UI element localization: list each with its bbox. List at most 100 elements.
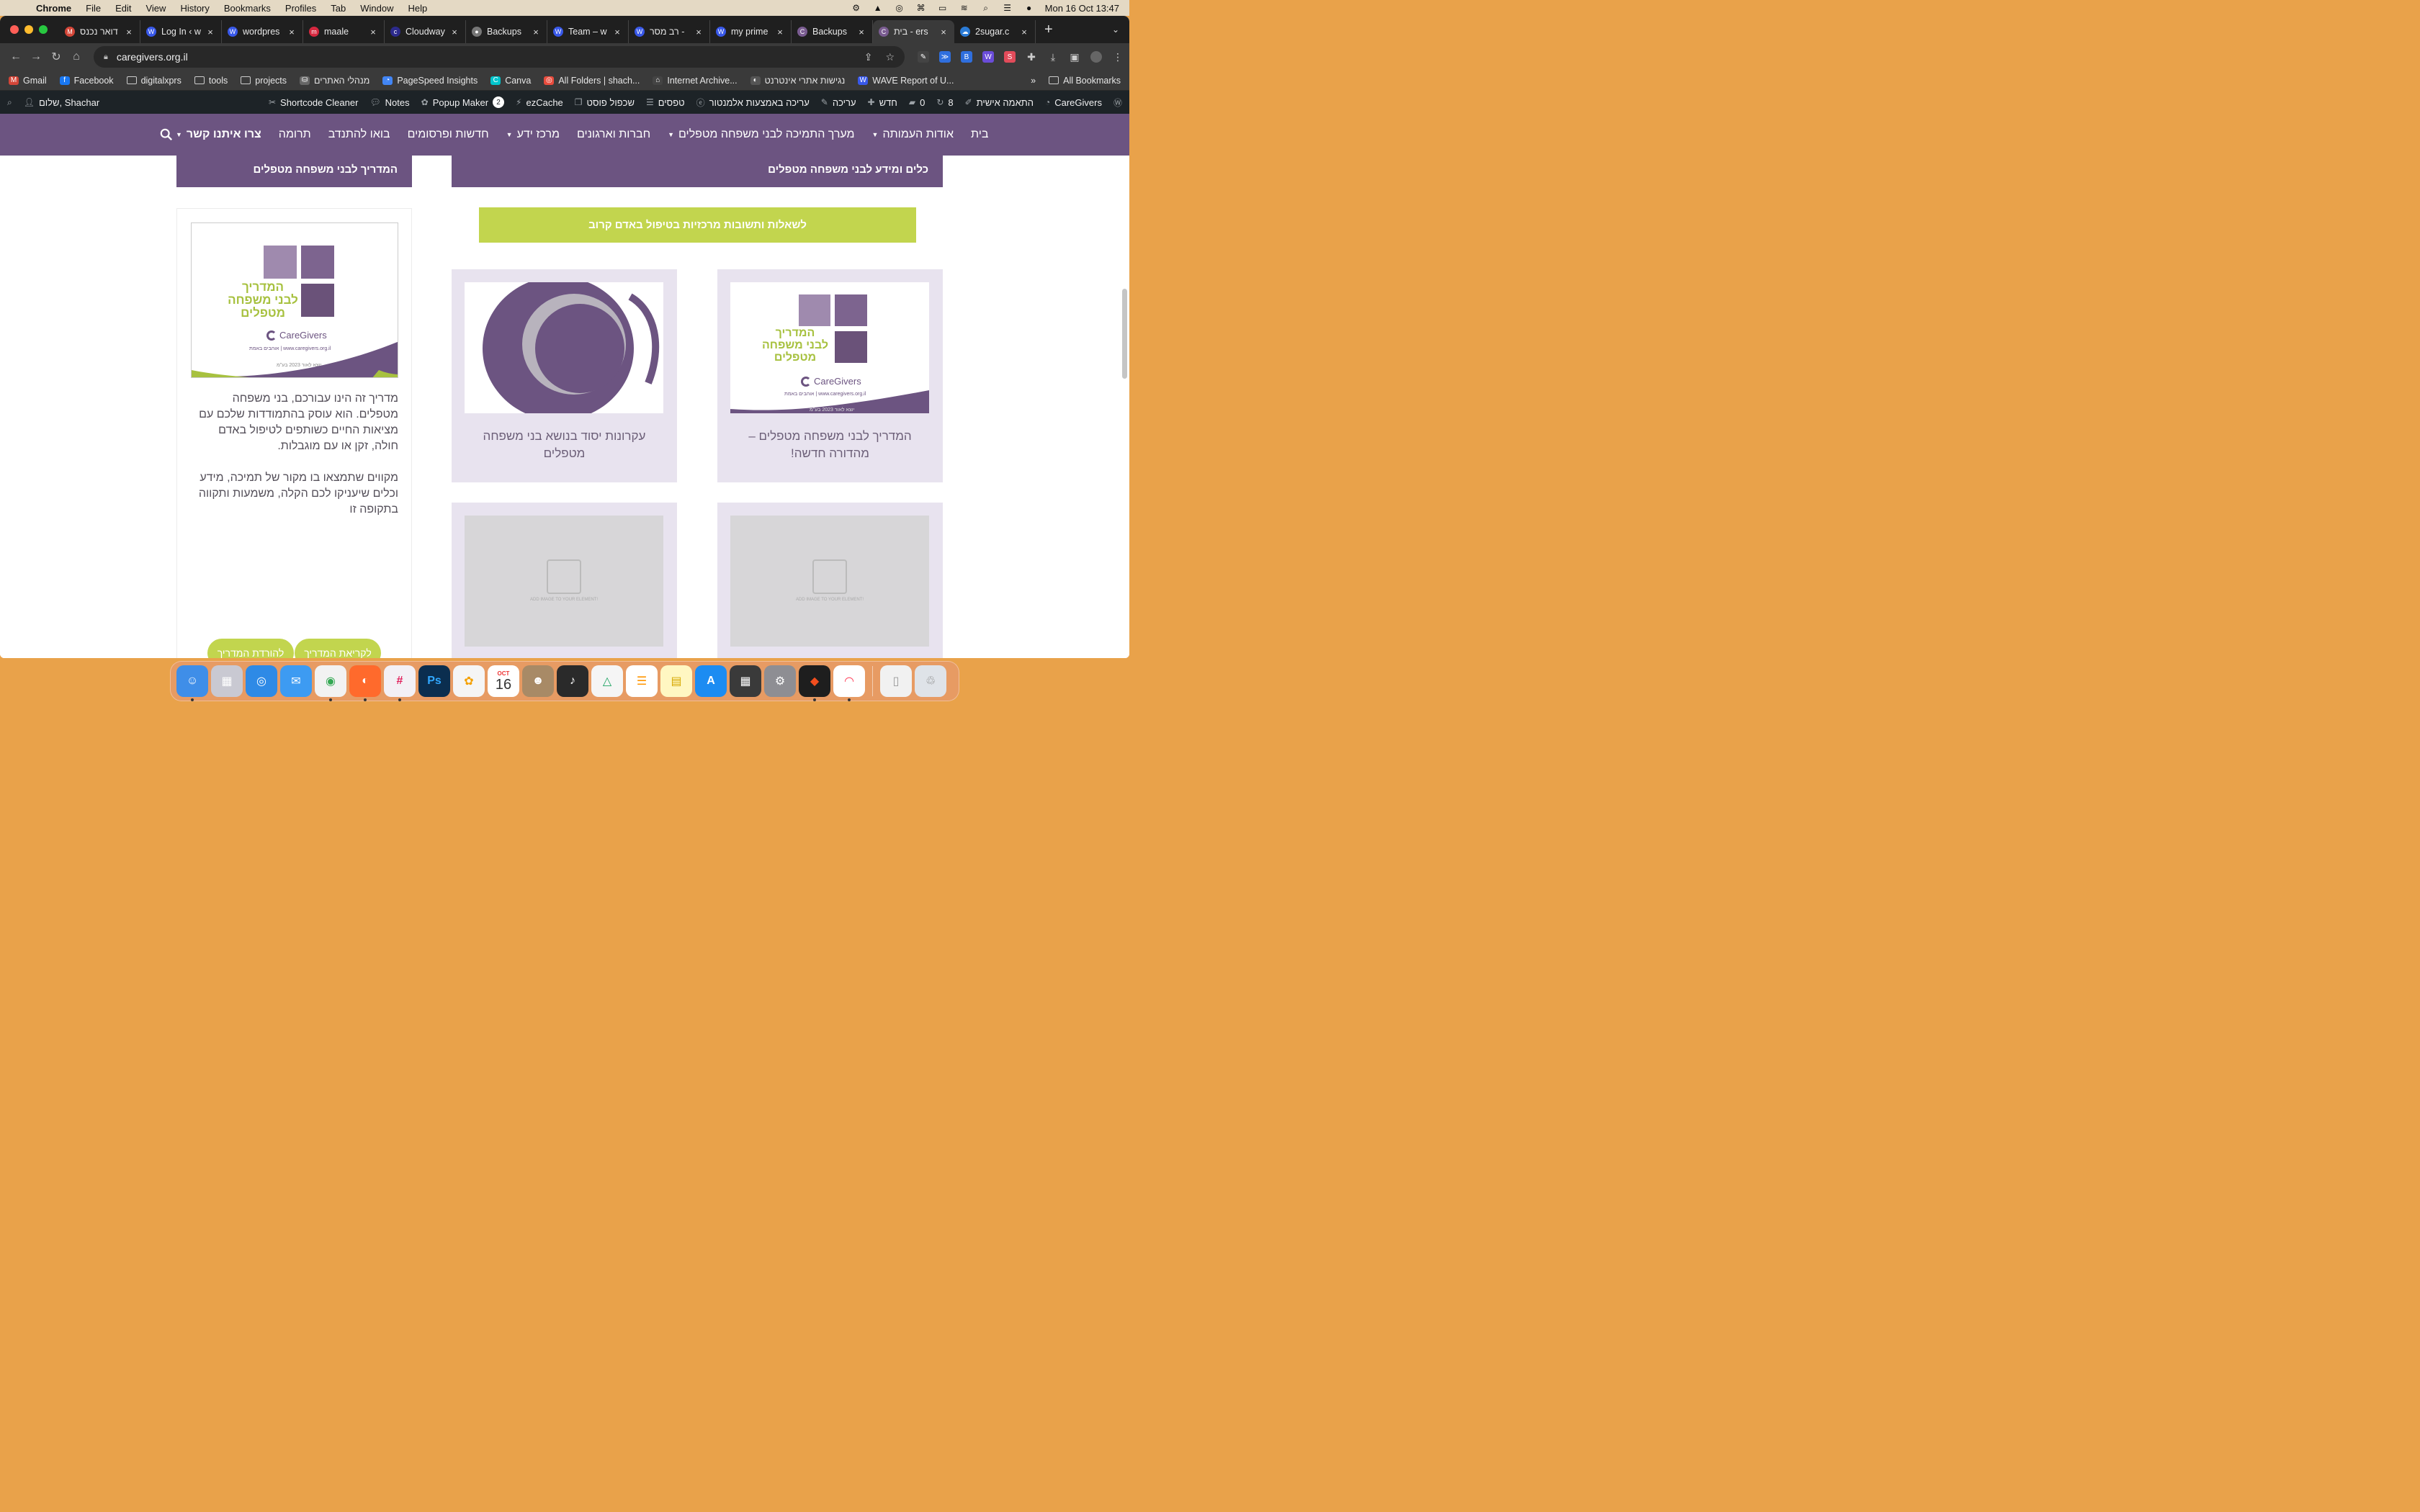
bookmark-item[interactable]: M Gmail xyxy=(9,76,47,86)
download-guide-button[interactable]: להורדת המדריך xyxy=(207,639,294,658)
all-bookmarks-folder[interactable]: All Bookmarks xyxy=(1049,76,1121,86)
extensions-puzzle-icon[interactable]: ✚ xyxy=(1026,51,1037,63)
admin-ezcache[interactable]: ⚡︎ ezCache xyxy=(516,97,563,108)
browser-tab[interactable]: ● Backups × xyxy=(466,20,547,43)
bookmark-item[interactable]: f Facebook xyxy=(59,76,114,86)
browser-tab[interactable]: C Backups × xyxy=(792,20,873,43)
card-placeholder-right[interactable]: ADD IMAGE TO YOUR ELEMENT! xyxy=(717,503,943,658)
bookmarks-overflow-button[interactable]: » xyxy=(1031,76,1036,86)
tab-close-icon[interactable]: × xyxy=(1019,27,1029,37)
card-principles-title[interactable]: עקרונות יסוד בנושא בני משפחה מטפלים xyxy=(466,428,663,462)
browser-tab[interactable]: M דואר נכנס × xyxy=(59,20,140,43)
card-principles[interactable]: עקרונות יסוד בנושא בני משפחה מטפלים xyxy=(452,269,677,482)
menu-bookmarks[interactable]: Bookmarks xyxy=(217,3,278,14)
admin-shortcode-cleaner[interactable]: ✂ Shortcode Cleaner xyxy=(269,97,358,108)
nav-item[interactable]: אודות העמותה ▼ xyxy=(872,128,954,141)
nav-item[interactable]: חברות וארגונים xyxy=(577,128,650,141)
menu-window[interactable]: Window xyxy=(353,3,400,14)
downloads-icon[interactable]: ⤓ xyxy=(1047,51,1059,63)
chrome-menu-icon[interactable]: ⋮ xyxy=(1112,51,1124,63)
page-scrollbar-thumb[interactable] xyxy=(1122,289,1127,379)
bookmark-item[interactable]: tools xyxy=(194,76,228,86)
tab-close-icon[interactable]: × xyxy=(694,27,704,37)
admin-updates[interactable]: ↻ 8 xyxy=(936,97,953,108)
control-center-icon[interactable]: ☰ xyxy=(1002,3,1013,13)
status-battery-icon[interactable]: ▭ xyxy=(937,3,949,13)
trash-icon[interactable]: ♲ xyxy=(915,665,946,697)
nav-item[interactable]: בואו להתנדב xyxy=(328,128,390,141)
bookmark-item[interactable]: W WAVE Report of U... xyxy=(858,76,954,86)
calendar-icon[interactable]: OCT 16 xyxy=(488,665,519,697)
nav-item[interactable]: בית xyxy=(971,128,988,141)
notes-icon[interactable]: ▤ xyxy=(660,665,692,697)
menu-file[interactable]: File xyxy=(79,3,108,14)
card-guide-new-edition[interactable]: המדריך לבני משפחה מטפלים CareGivers www.… xyxy=(717,269,943,482)
bookmark-item[interactable]: projects xyxy=(241,76,287,86)
siri-icon[interactable]: ● xyxy=(1023,3,1035,13)
extension-icon-4[interactable]: S xyxy=(1004,51,1016,63)
spotlight-search-icon[interactable]: ⌕ xyxy=(980,3,992,13)
menu-help[interactable]: Help xyxy=(401,3,435,14)
launchpad-icon[interactable]: ▦ xyxy=(211,665,243,697)
bookmark-item[interactable]: ⌂ Internet Archive... xyxy=(653,76,738,86)
photoshop-icon[interactable]: Ps xyxy=(418,665,450,697)
profile-avatar[interactable] xyxy=(1090,51,1102,63)
mail-icon[interactable]: ✉ xyxy=(280,665,312,697)
wordpress-logo-icon[interactable]: Ⓦ xyxy=(1113,96,1122,109)
card-placeholder-left[interactable]: ADD IMAGE TO YOUR ELEMENT! xyxy=(452,503,677,658)
menubar-clock[interactable]: Mon 16 Oct 13:47 xyxy=(1045,3,1119,14)
extension-icon-3[interactable]: W xyxy=(982,51,994,63)
tab-close-icon[interactable]: × xyxy=(368,27,378,37)
card-guide-thumbnail[interactable]: המדריך לבני משפחה מטפלים CareGivers www.… xyxy=(730,282,929,413)
tab-close-icon[interactable]: × xyxy=(531,27,541,37)
admin-popup-maker[interactable]: ✿ Popup Maker 2 xyxy=(421,96,505,108)
files-icon[interactable]: ▯ xyxy=(880,665,912,697)
tab-close-icon[interactable]: × xyxy=(938,27,949,37)
status-input-icon[interactable]: ⌘ xyxy=(915,3,927,13)
admin-account[interactable]: 👤︎ שלום, Shachar xyxy=(24,97,99,108)
site-search-icon[interactable] xyxy=(160,128,173,141)
tab-close-icon[interactable]: × xyxy=(856,27,866,37)
reload-button[interactable]: ↻ xyxy=(46,50,66,64)
contacts-icon[interactable]: ☻ xyxy=(522,665,554,697)
status-app-icon[interactable]: ▲ xyxy=(872,3,884,13)
minimize-window-button[interactable] xyxy=(24,25,33,34)
forward-button[interactable]: → xyxy=(26,50,46,63)
appstore-icon[interactable]: A xyxy=(695,665,727,697)
menu-profiles[interactable]: Profiles xyxy=(278,3,323,14)
bookmark-item[interactable]: ◎ All Folders | shach... xyxy=(544,76,640,86)
back-button[interactable]: ← xyxy=(6,50,26,63)
finder-icon[interactable]: ☺ xyxy=(176,665,208,701)
firefox-icon[interactable]: ◐ xyxy=(349,665,381,701)
browser-tab[interactable]: Wmy prime × xyxy=(710,20,792,43)
nav-item[interactable]: חדשות ופרסומים xyxy=(408,128,489,141)
tab-close-icon[interactable]: × xyxy=(612,27,622,37)
tab-search-chevron-icon[interactable]: ⌄ xyxy=(1112,24,1129,35)
tab-close-icon[interactable]: × xyxy=(124,27,134,37)
bookmark-item[interactable]: ◔ PageSpeed Insights xyxy=(382,76,478,86)
extension-icon-1[interactable]: ≫ xyxy=(939,51,951,63)
figma-icon[interactable]: ◆ xyxy=(799,665,830,701)
address-bar[interactable]: 🔒︎ caregivers.org.il ⇪ ☆ xyxy=(94,46,905,68)
admin-new[interactable]: ✚ חדש xyxy=(868,97,897,108)
calculator-icon[interactable]: ▦ xyxy=(730,665,761,697)
card-guide-title[interactable]: המדריך לבני משפחה מטפלים – מהדורה חדשה! xyxy=(732,428,928,462)
browser-tab[interactable]: W Log In ‹ w × xyxy=(140,20,222,43)
nav-item[interactable]: מרכז ידע ▼ xyxy=(506,128,560,141)
status-creative-cloud-icon[interactable]: ◎ xyxy=(894,3,905,13)
new-tab-button[interactable]: + xyxy=(1036,22,1062,38)
garageband-icon[interactable]: ♪ xyxy=(557,665,588,697)
address-url[interactable]: caregivers.org.il xyxy=(117,51,851,63)
home-button[interactable]: ⌂ xyxy=(66,50,86,63)
tab-close-icon[interactable]: × xyxy=(449,27,460,37)
reminders-icon[interactable]: ☰ xyxy=(626,665,658,697)
side-panel-icon[interactable]: ▣ xyxy=(1069,51,1080,63)
browser-tab[interactable]: Wwordpres × xyxy=(222,20,303,43)
tab-close-icon[interactable]: × xyxy=(205,27,215,37)
guide-cover-image[interactable]: המדריך לבני משפחה מטפלים CareGivers www.… xyxy=(191,222,398,378)
tab-close-icon[interactable]: × xyxy=(775,27,785,37)
photos-icon[interactable]: ✿ xyxy=(453,665,485,697)
admin-search-icon[interactable]: ⌕ xyxy=(7,97,12,108)
zoom-window-button[interactable] xyxy=(39,25,48,34)
faq-cta-button[interactable]: לשאלות ותשובות מרכזיות בטיפול באדם קרוב xyxy=(479,207,916,243)
